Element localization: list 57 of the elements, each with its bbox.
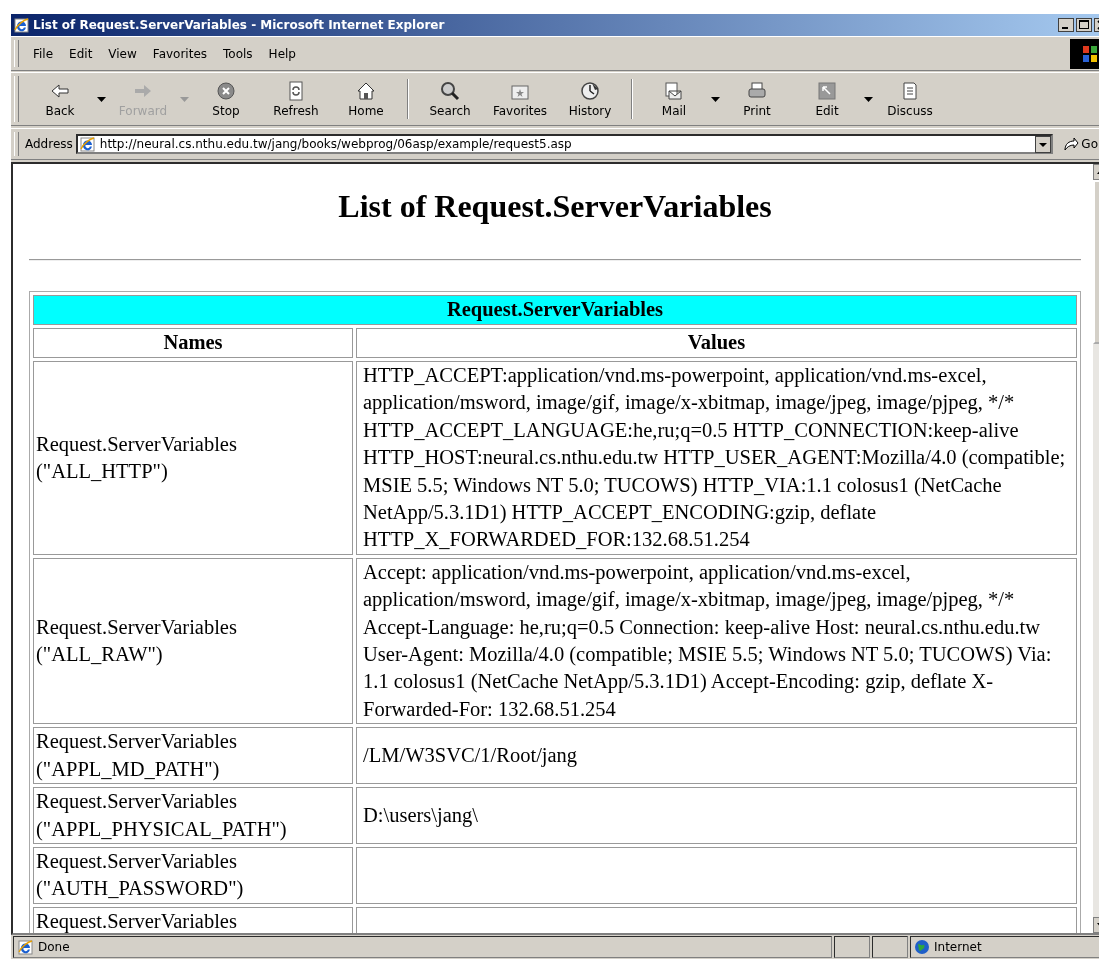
table-cell: HTTP_ACCEPT:application/vnd.ms-powerpoint, application/vnd.ms-excel, application/msword, image/gif, image/x-xbitmap, image/jpeg, image/pjpeg, */* HTTP_ACCEPT_LANGUAGE:he,ru;q=0.5 HTTP_CONNECTION:keep-alive HTTP_HOST:neural.cs.nthu.edu.tw HTTP_USER_AGENT:Mozilla/4.0 (compatible; MSIE 5.5; Windows NT 5.0; TUCOWS) HTTP_VIA:1.1 colosus1 (NetCache NetApp/5.3.1D1) HTTP_ACCEPT_ENCODING:gzip, deflate HTTP_X_FORWARDED_FOR:132.68.51.254 bbox=[356, 361, 1077, 555]
page-icon bbox=[78, 135, 96, 153]
menu-item[interactable]: Help bbox=[260, 46, 304, 61]
toolbar-button[interactable]: Favorites bbox=[485, 75, 555, 123]
go-arrow-icon bbox=[1063, 136, 1080, 152]
menu-item[interactable]: View bbox=[100, 46, 145, 61]
table-cell: /LM/W3SVC/1/Root/jang bbox=[356, 727, 1077, 785]
table-cell: Request.ServerVariables ("APPL_PHYSICAL_PATH") bbox=[33, 787, 353, 844]
table-cell: Request.ServerVariables bbox=[33, 906, 353, 933]
toolbar-button[interactable]: Search bbox=[415, 75, 485, 123]
dropdown-arrow-icon[interactable] bbox=[864, 96, 873, 102]
window-title: List of Request.ServerVariables - Microsoft Internet Explorer bbox=[33, 18, 446, 32]
edit-icon bbox=[817, 80, 837, 101]
mail-icon bbox=[664, 80, 684, 101]
toolbar-button[interactable]: Mail bbox=[639, 75, 709, 123]
column-header: Names bbox=[33, 328, 353, 358]
table-cell: D:\users\jang\ bbox=[356, 787, 1077, 844]
page-heading: List of Request.ServerVariables bbox=[337, 188, 773, 225]
clock-icon bbox=[580, 80, 600, 101]
column-header: Values bbox=[356, 328, 1077, 358]
search-icon bbox=[440, 80, 460, 101]
go-button[interactable]: Go bbox=[1059, 136, 1099, 152]
toolbar-button[interactable]: Stop bbox=[191, 75, 261, 123]
toolbar-button[interactable]: Discuss bbox=[875, 75, 945, 123]
menu-item[interactable]: File bbox=[25, 46, 62, 61]
table-cell: Request.ServerVariables ("AUTH_PASSWORD") bbox=[33, 846, 353, 904]
menu-item[interactable]: Tools bbox=[215, 46, 261, 61]
menu-item[interactable]: Edit bbox=[61, 46, 101, 61]
minimize-icon[interactable] bbox=[1058, 18, 1074, 32]
maximize-icon[interactable] bbox=[1076, 18, 1092, 32]
windows-logo-icon bbox=[1070, 38, 1099, 69]
refresh-icon bbox=[286, 80, 306, 101]
toolbar-button[interactable]: History bbox=[555, 75, 625, 123]
document-icon bbox=[900, 80, 920, 101]
stop-icon bbox=[216, 80, 236, 101]
status-text: Done bbox=[38, 940, 70, 954]
zone-text: Internet bbox=[934, 940, 982, 954]
browser-icon bbox=[13, 16, 30, 34]
toolbar-button[interactable]: Home bbox=[331, 75, 401, 123]
address-field[interactable]: http://neural.cs.nthu.edu.tw/jang/books/webprog/06asp/example/request5.asp bbox=[75, 134, 1054, 154]
printer-icon bbox=[747, 80, 767, 101]
toolbar-button[interactable]: Print bbox=[722, 75, 792, 123]
table-cell: Request.ServerVariables ("ALL_HTTP") bbox=[33, 361, 353, 555]
table-cell: Request.ServerVariables ("ALL_RAW") bbox=[33, 557, 353, 725]
toolbar-button[interactable]: Back bbox=[25, 75, 95, 123]
page-icon bbox=[17, 938, 34, 956]
menu-item[interactable]: Favorites bbox=[144, 46, 216, 61]
table-cell: Request.ServerVariables ("APPL_MD_PATH") bbox=[33, 727, 353, 785]
toolbar-button[interactable]: Edit bbox=[792, 75, 862, 123]
dropdown-arrow-icon[interactable] bbox=[97, 96, 106, 102]
address-label: Address bbox=[25, 137, 73, 151]
dropdown-arrow-icon[interactable] bbox=[711, 96, 720, 102]
globe-icon bbox=[914, 939, 930, 955]
table-caption: Request.ServerVariables bbox=[33, 295, 1077, 325]
toolbar-button[interactable]: Refresh bbox=[261, 75, 331, 123]
table-cell: Accept: application/vnd.ms-powerpoint, application/vnd.ms-excel, application/msword, image/gif, image/x-xbitmap, image/jpeg, image/pjpeg, */* Accept-Language: he,ru;q=0.5 Connection: keep-alive Host: neural.cs.nthu.edu.tw User-Agent: Mozilla/4.0 (compatible; MSIE 5.5; Windows NT 5.0; TUCOWS) Via: 1.1 colosus1 (NetCache NetApp/5.3.1D1) Accept-Encoding: gzip, deflate X-Forwarded-For: 132.68.51.254 bbox=[356, 557, 1077, 725]
home-icon bbox=[356, 80, 376, 101]
